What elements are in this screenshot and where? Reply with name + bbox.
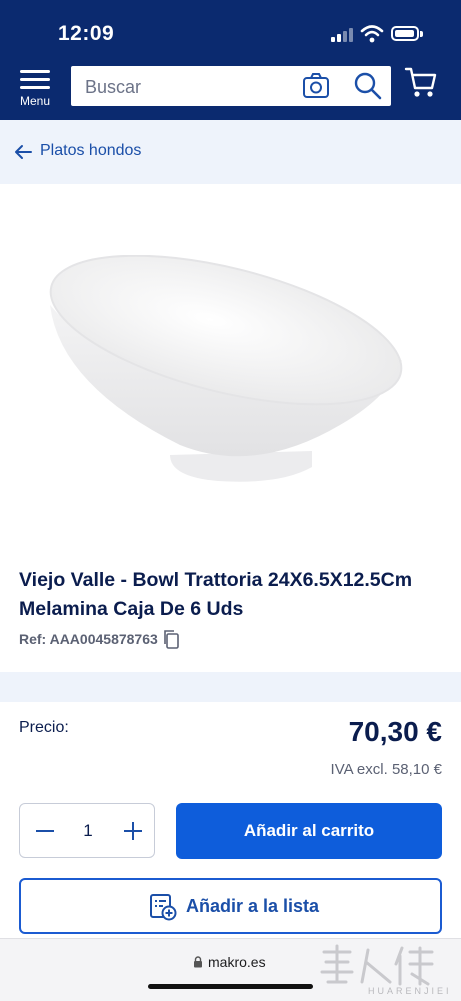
breadcrumb-link[interactable]: Platos hondos [40, 142, 141, 160]
add-to-cart-button[interactable]: Añadir al carrito [176, 803, 442, 859]
app-header: 12:09 Menu [0, 0, 461, 120]
menu-button[interactable]: Menu [0, 66, 70, 120]
hamburger-icon [20, 70, 50, 90]
arrow-left-icon[interactable] [14, 144, 32, 160]
home-indicator [148, 984, 313, 989]
signal-icon [331, 28, 355, 42]
product-image [49, 255, 403, 482]
status-time: 12:09 [58, 22, 115, 45]
product-reference: Ref: AAA0045878763 [19, 631, 158, 647]
quantity-value[interactable]: 1 [68, 804, 108, 857]
search-icon[interactable] [353, 71, 383, 101]
search-bar [71, 66, 391, 108]
price-label: Precio: [19, 719, 69, 736]
battery-icon [391, 26, 419, 41]
watermark-text: HUARENJIEI [368, 986, 452, 996]
camera-icon[interactable] [302, 72, 330, 100]
add-to-list-button[interactable]: Añadir a la lista [19, 878, 442, 934]
lock-icon [194, 956, 202, 968]
price-value: 70,30 € [348, 716, 442, 747]
url-text: makro.es [208, 954, 266, 970]
plus-icon[interactable] [122, 820, 144, 842]
quantity-stepper: 1 [19, 803, 155, 858]
section-divider [0, 672, 461, 702]
product-title: Viejo Valle - Bowl Trattoria 24X6.5X12.5… [19, 569, 413, 620]
search-input[interactable] [71, 66, 307, 108]
breadcrumb: Platos hondos [0, 120, 461, 184]
add-to-list-label: Añadir a la lista [186, 896, 320, 916]
wifi-icon [360, 25, 384, 43]
cart-icon[interactable] [404, 66, 438, 100]
menu-label: Menu [19, 94, 51, 108]
list-add-icon [150, 894, 177, 921]
minus-icon[interactable] [34, 820, 56, 842]
copy-icon[interactable] [162, 629, 180, 649]
price-excl-vat: IVA excl. 58,10 € [330, 761, 442, 778]
